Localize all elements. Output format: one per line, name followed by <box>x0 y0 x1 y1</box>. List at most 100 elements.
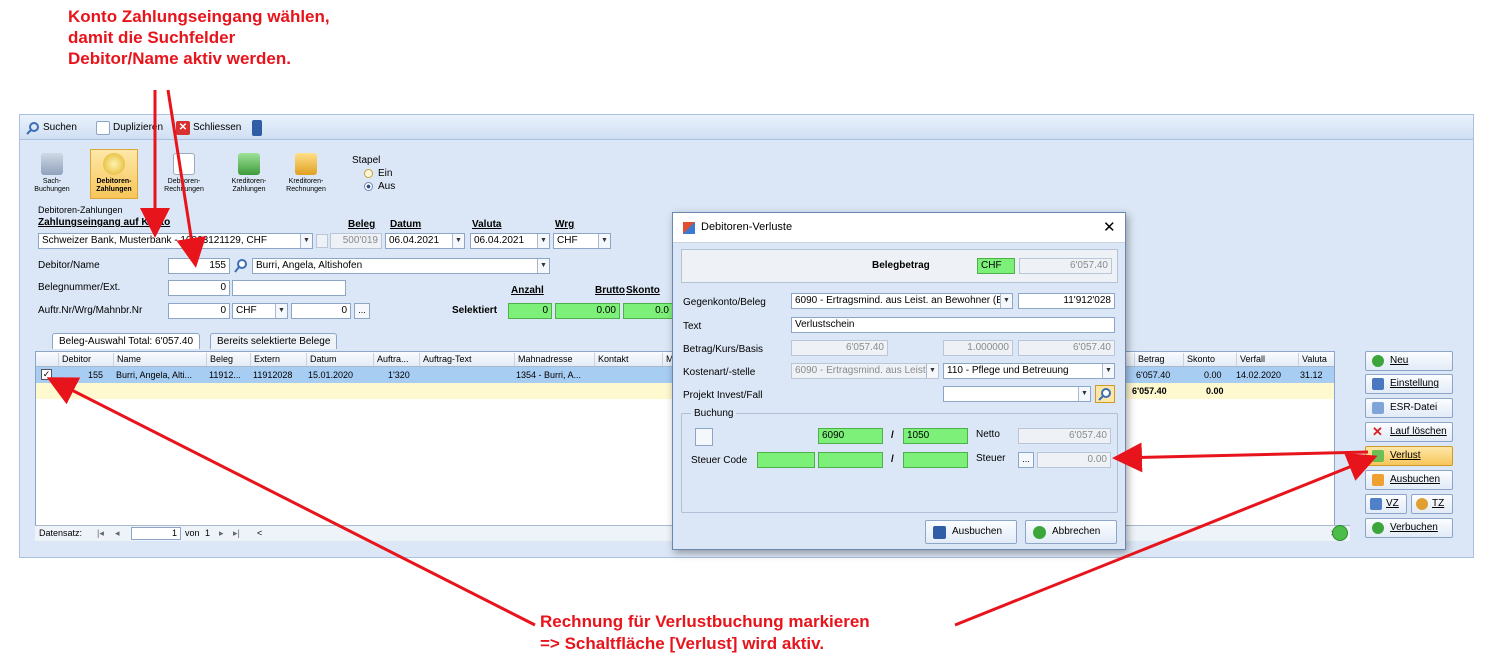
stapel-aus-radio[interactable] <box>364 182 373 191</box>
neu-button[interactable]: Neu <box>1365 351 1453 371</box>
ribbon-sach-buchungen[interactable]: Sach- Buchungen <box>28 149 76 199</box>
auftr-mahn-field[interactable]: 0 <box>291 303 351 319</box>
settings-icon <box>1372 378 1384 390</box>
toolbar-overflow-icon[interactable] <box>252 120 262 136</box>
nav-next-icon[interactable]: ▸ <box>219 526 224 541</box>
ledger-icon <box>41 153 63 175</box>
belegnummer-ext-field[interactable] <box>232 280 346 296</box>
steuer-ellipsis-button[interactable]: ... <box>1018 452 1034 468</box>
stapel-ein-radio[interactable] <box>364 169 373 178</box>
ausbuchen-side-button[interactable]: Ausbuchen <box>1365 470 1453 490</box>
invoice-icon <box>173 153 195 175</box>
col-mahnadresse[interactable]: Mahnadresse <box>514 353 573 366</box>
col-auftrag[interactable]: Auftra... <box>373 353 409 366</box>
netto-field: 6'057.40 <box>1018 428 1111 444</box>
gegenkonto-value: 6090 - Ertragsmind. aus Leist. an Bewohn… <box>795 295 1003 306</box>
projekt-label: Projekt Invest/Fall <box>683 390 763 401</box>
col-verfall[interactable]: Verfall <box>1236 353 1265 366</box>
annotation-top-line2: damit die Suchfelder <box>68 28 236 47</box>
grid-status-ok-icon[interactable] <box>1332 525 1348 541</box>
gegenkonto-select[interactable]: 6090 - Ertragsmind. aus Leist. an Bewohn… <box>791 293 1013 309</box>
tz-button[interactable]: TZ <box>1411 494 1453 514</box>
auftr-nr-field[interactable]: 0 <box>168 303 230 319</box>
search-button[interactable]: Suchen <box>26 120 77 135</box>
debitor-name-value: Burri, Angela, Altishofen <box>256 260 363 271</box>
gegenkonto-beleg-field[interactable]: 11'912'028 <box>1018 293 1115 309</box>
steuer-haben-field[interactable] <box>903 452 968 468</box>
close-button[interactable]: ✕ Schliessen <box>176 120 241 135</box>
projekt-select[interactable]: ▼ <box>943 386 1091 402</box>
auftr-wrg-select[interactable]: CHF ▼ <box>232 303 288 319</box>
col-betrag[interactable]: Betrag <box>1134 353 1165 366</box>
col-skonto[interactable]: Skonto <box>1183 353 1215 366</box>
esr-datei-button[interactable]: ESR-Datei <box>1365 398 1453 418</box>
debitor-name-select[interactable]: Burri, Angela, Altishofen ▼ <box>252 258 550 274</box>
nav-prev-icon[interactable]: ◂ <box>115 526 120 541</box>
search-icon[interactable] <box>1095 385 1115 403</box>
col-kontakt[interactable]: Kontakt <box>594 353 629 366</box>
kostenstelle-select[interactable]: 110 - Pflege und Betreuung ▼ <box>943 363 1115 379</box>
scroll-left-icon[interactable]: < <box>257 526 262 541</box>
wrg-select[interactable]: CHF ▼ <box>553 233 611 249</box>
cell-skonto: 0.00 <box>1204 370 1222 380</box>
konto-select[interactable]: Schweizer Bank, Musterbank - 10003121129… <box>38 233 313 249</box>
verbuchen-button[interactable]: Verbuchen <box>1365 518 1453 538</box>
abbrechen-label: Abbrechen <box>1052 526 1101 537</box>
haben-field[interactable]: 1050 <box>903 428 968 444</box>
valuta-field[interactable]: 06.04.2021 ▼ <box>470 233 550 249</box>
tab-bereits-selektiert[interactable]: Bereits selektierte Belege <box>210 333 338 349</box>
einstellung-button[interactable]: Einstellung <box>1365 374 1453 394</box>
nav-total-label: 1 <box>205 528 211 538</box>
col-auftrag-text[interactable]: Auftrag-Text <box>419 353 472 366</box>
vz-button[interactable]: VZ <box>1365 494 1407 514</box>
col-name[interactable]: Name <box>113 353 141 366</box>
row-checkbox[interactable]: ✓ <box>41 369 52 380</box>
kostenart-select: 6090 - Ertragsmind. aus Leist ▼ <box>791 363 939 379</box>
ribbon: Sach- Buchungen Debitoren- Zahlungen Deb… <box>20 141 1473 203</box>
soll-field[interactable]: 6090 <box>818 428 883 444</box>
nav-first-icon[interactable]: |◂ <box>97 526 104 541</box>
stapel-ein-label: Ein <box>378 168 393 179</box>
annotation-bottom-line2: => Schaltfläche [Verlust] wird aktiv. <box>540 634 825 653</box>
belegnummer-field[interactable]: 0 <box>168 280 230 296</box>
ribbon-debitoren-rechnungen[interactable]: Debitoren- Rechnungen <box>160 149 208 199</box>
ribbon-kreditoren-zahlungen[interactable]: Kreditoren- Zahlungen <box>225 149 273 199</box>
text-field[interactable]: Verlustschein <box>791 317 1115 333</box>
tab-beleg-auswahl[interactable]: Beleg-Auswahl Total: 6'057.40 <box>52 333 201 349</box>
verlust-label: Verlust <box>1390 450 1421 461</box>
nav-current-field[interactable]: 1 <box>131 527 181 540</box>
col-extern[interactable]: Extern <box>250 353 280 366</box>
cell-betrag: 6'057.40 <box>1136 370 1171 380</box>
konto-extra-button[interactable] <box>316 234 328 248</box>
close-icon[interactable]: ✕ <box>1103 218 1116 236</box>
duplicate-button[interactable]: Duplizieren <box>96 120 163 135</box>
close-button-label: Schliessen <box>193 122 242 133</box>
col-debitor[interactable]: Debitor <box>58 353 91 366</box>
chevron-down-icon: ▼ <box>275 304 287 318</box>
debitor-nr-field[interactable]: 155 <box>168 258 230 274</box>
steuer-soll-field[interactable] <box>818 452 883 468</box>
col-valuta[interactable]: Valuta <box>1298 353 1327 366</box>
search-icon[interactable] <box>233 258 249 274</box>
col-datum[interactable]: Datum <box>306 353 337 366</box>
loss-icon <box>1372 450 1384 462</box>
selektiert-label: Selektiert <box>452 305 498 316</box>
auftr-ellipsis-button[interactable]: ... <box>354 303 370 319</box>
annotation-top-line3: Debitor/Name aktiv werden. <box>68 49 291 68</box>
document-icon[interactable] <box>695 428 713 446</box>
steuer-code-field[interactable] <box>757 452 815 468</box>
lauf-loeschen-button[interactable]: ✕ Lauf löschen <box>1365 422 1453 442</box>
steuer-field: 0.00 <box>1037 452 1111 468</box>
esr-datei-label: ESR-Datei <box>1390 402 1438 413</box>
ribbon-kreditoren-rechnungen[interactable]: Kreditoren- Rechnungen <box>282 149 330 199</box>
nav-last-icon[interactable]: ▸| <box>233 526 240 541</box>
ribbon-debitoren-zahlungen[interactable]: Debitoren- Zahlungen <box>90 149 138 199</box>
belegbetrag-panel: Belegbetrag CHF 6'057.40 <box>681 249 1118 283</box>
ausbuchen-button[interactable]: Ausbuchen <box>925 520 1017 544</box>
beleg-field: 500'019 <box>330 233 382 249</box>
col-beleg[interactable]: Beleg <box>206 353 233 366</box>
datum-field[interactable]: 06.04.2021 ▼ <box>385 233 465 249</box>
abbrechen-button[interactable]: Abbrechen <box>1025 520 1117 544</box>
verlust-button[interactable]: Verlust <box>1365 446 1453 466</box>
vz-icon <box>1370 498 1382 510</box>
